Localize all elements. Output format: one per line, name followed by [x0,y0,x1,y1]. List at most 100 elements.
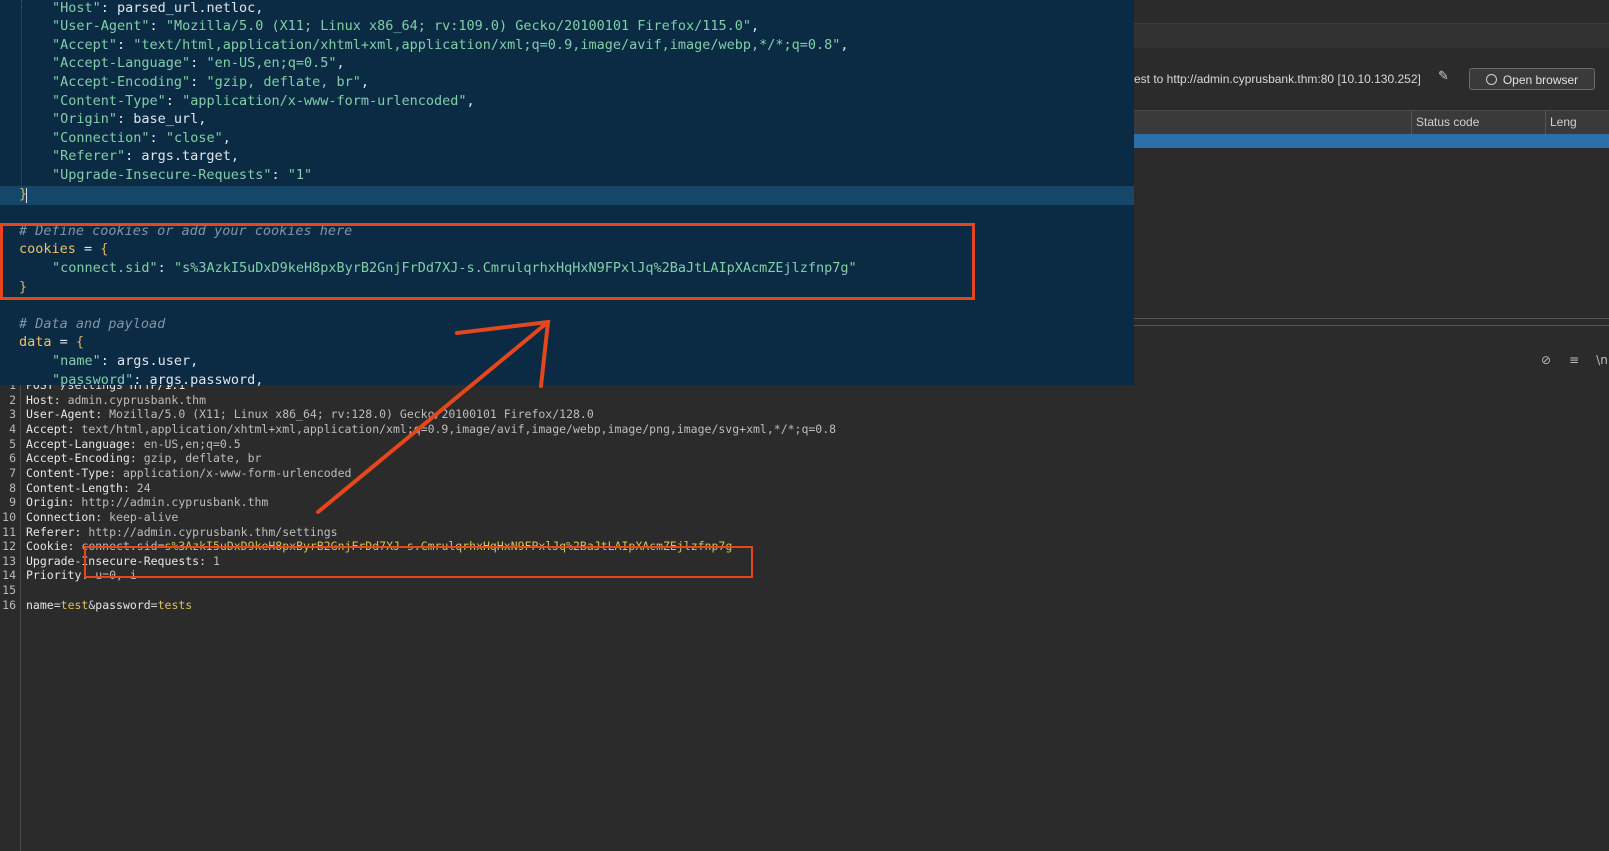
line-number: 4 [9,421,16,436]
line-number: 2 [9,392,16,407]
code-token: # Data and payload [19,315,166,332]
header-value: application/x-www-form-urlencoded [122,465,352,480]
cookie-header-highlight-box [84,546,753,578]
code-token: "Content-Type" [52,92,166,109]
code-token: "application/x-www-form-urlencoded" [182,92,467,109]
header-value: Mozilla/5.0 (X11; Linux x86_64; rv:128.0… [109,407,594,422]
code-token: : [149,129,166,146]
code-token: "en-US,en;q=0.5" [206,55,337,72]
header-value: en-US,en;q=0.5 [143,436,241,451]
body-param-name: name [26,597,54,612]
wrap-lines-icon[interactable]: ≡ [1566,352,1582,368]
header-name: Content-Length [26,480,123,495]
column-header-status-code[interactable]: Status code [1411,111,1545,134]
column-header[interactable] [1134,111,1411,134]
request-editor[interactable]: 1 POST /settings HTTP/1.1 2 Host: admin.cyp… [0,378,1609,851]
line-number: 8 [9,480,16,495]
header-name: Host [26,392,54,407]
line-number: 12 [2,539,16,554]
code-token: : args.target, [125,148,239,165]
code-token: , [360,73,370,90]
column-header-length[interactable]: Leng [1545,111,1609,134]
header-value: gzip, deflate, br [143,451,262,466]
code-token: , [466,92,475,109]
code-token: "text/html,application/xhtml+xml,applica… [133,36,841,53]
text-cursor [26,188,27,203]
code-token: { [75,334,85,351]
code-token: "1" [287,166,313,183]
line-number: 16 [2,597,16,612]
open-browser-label: Open browser [1502,73,1579,87]
header-name: User-Agent [26,407,96,422]
header-name: Accept-Language [26,436,130,451]
code-token: "Accept" [52,36,118,53]
header-name: Referer [26,524,75,539]
code-token: "close" [165,129,223,146]
code-token: "User-Agent" [52,18,150,35]
hide-icon[interactable]: ⊘ [1538,352,1554,368]
target-label: est to http://admin.cyprusbank.thm:80 [1… [1134,72,1421,86]
newline-toggle[interactable]: \n [1592,352,1609,368]
line-number: 10 [2,509,16,524]
indent-guide [21,0,23,186]
header-value: admin.cyprusbank.thm [67,392,207,407]
code-token: "Mozilla/5.0 (X11; Linux x86_64; rv:109.… [165,18,752,35]
line-number: 6 [9,451,16,466]
line-number: 15 [2,583,16,598]
body-param-value: test [60,597,89,612]
code-token: : [117,36,134,53]
code-token: : args.password, [133,371,264,388]
code-token: "Accept-Language" [52,55,191,72]
line-number: 11 [2,524,16,539]
header-value: keep-alive [109,509,179,524]
header-name: Accept-Encoding [26,451,130,466]
history-table-header: Status code Leng [1134,110,1609,135]
code-token: : parsed_url.netloc, [100,0,264,16]
code-token: "Host" [52,0,101,16]
open-browser-button[interactable]: Open browser [1469,68,1595,90]
header-value: 24 [136,480,151,495]
code-token: , [222,129,231,146]
code-token: : [165,92,183,109]
body-param-value: tests [157,597,193,612]
request-toolbar: ⊘ ≡ \n [1134,348,1609,372]
code-token: : base_url, [117,111,207,128]
burp-panel: est to http://admin.cyprusbank.thm:80 [1… [1134,0,1609,385]
code-token: : [190,73,207,90]
code-token: = [51,334,76,351]
code-token: "Origin" [52,111,118,128]
line-number: 3 [9,407,16,422]
code-token: : [271,166,288,183]
header-name: Content-Type [26,465,110,480]
code-token: "Referer" [52,148,126,165]
line-number: 5 [9,436,16,451]
burp-top-bar [1134,0,1609,24]
header-name: Cookie [26,539,68,554]
code-token: , [751,18,760,35]
body-param-name: password [95,597,151,612]
edit-target-icon[interactable]: ✎ [1438,70,1452,84]
header-name: Origin [26,495,68,510]
code-token: , [840,36,849,53]
code-token: data [19,334,52,351]
line-number: 14 [2,568,16,583]
code-token: "Upgrade-Insecure-Requests" [52,166,272,183]
code-token: : [149,18,166,35]
header-value: text/html,application/xhtml+xml,applicat… [81,421,837,436]
code-token: : args.user, [100,352,199,369]
line-number: 13 [2,553,16,568]
current-line-highlight [0,186,1134,205]
code-token: "Connection" [52,129,150,146]
code-token: , [336,55,345,72]
code-token: : [190,55,207,72]
header-name: Priority [26,568,82,583]
line-number: 7 [9,465,16,480]
header-name: Connection [26,509,96,524]
line-number: 9 [9,495,16,510]
code-editor[interactable]: "Host": parsed_url.netloc, "User-Agent" : … [0,0,1134,388]
code-token: "Accept-Encoding" [52,73,191,90]
selected-table-row[interactable] [1134,134,1609,148]
code-token: "password" [52,371,134,388]
cookie-highlight-box [0,223,975,300]
pane-splitter[interactable] [1134,318,1609,326]
